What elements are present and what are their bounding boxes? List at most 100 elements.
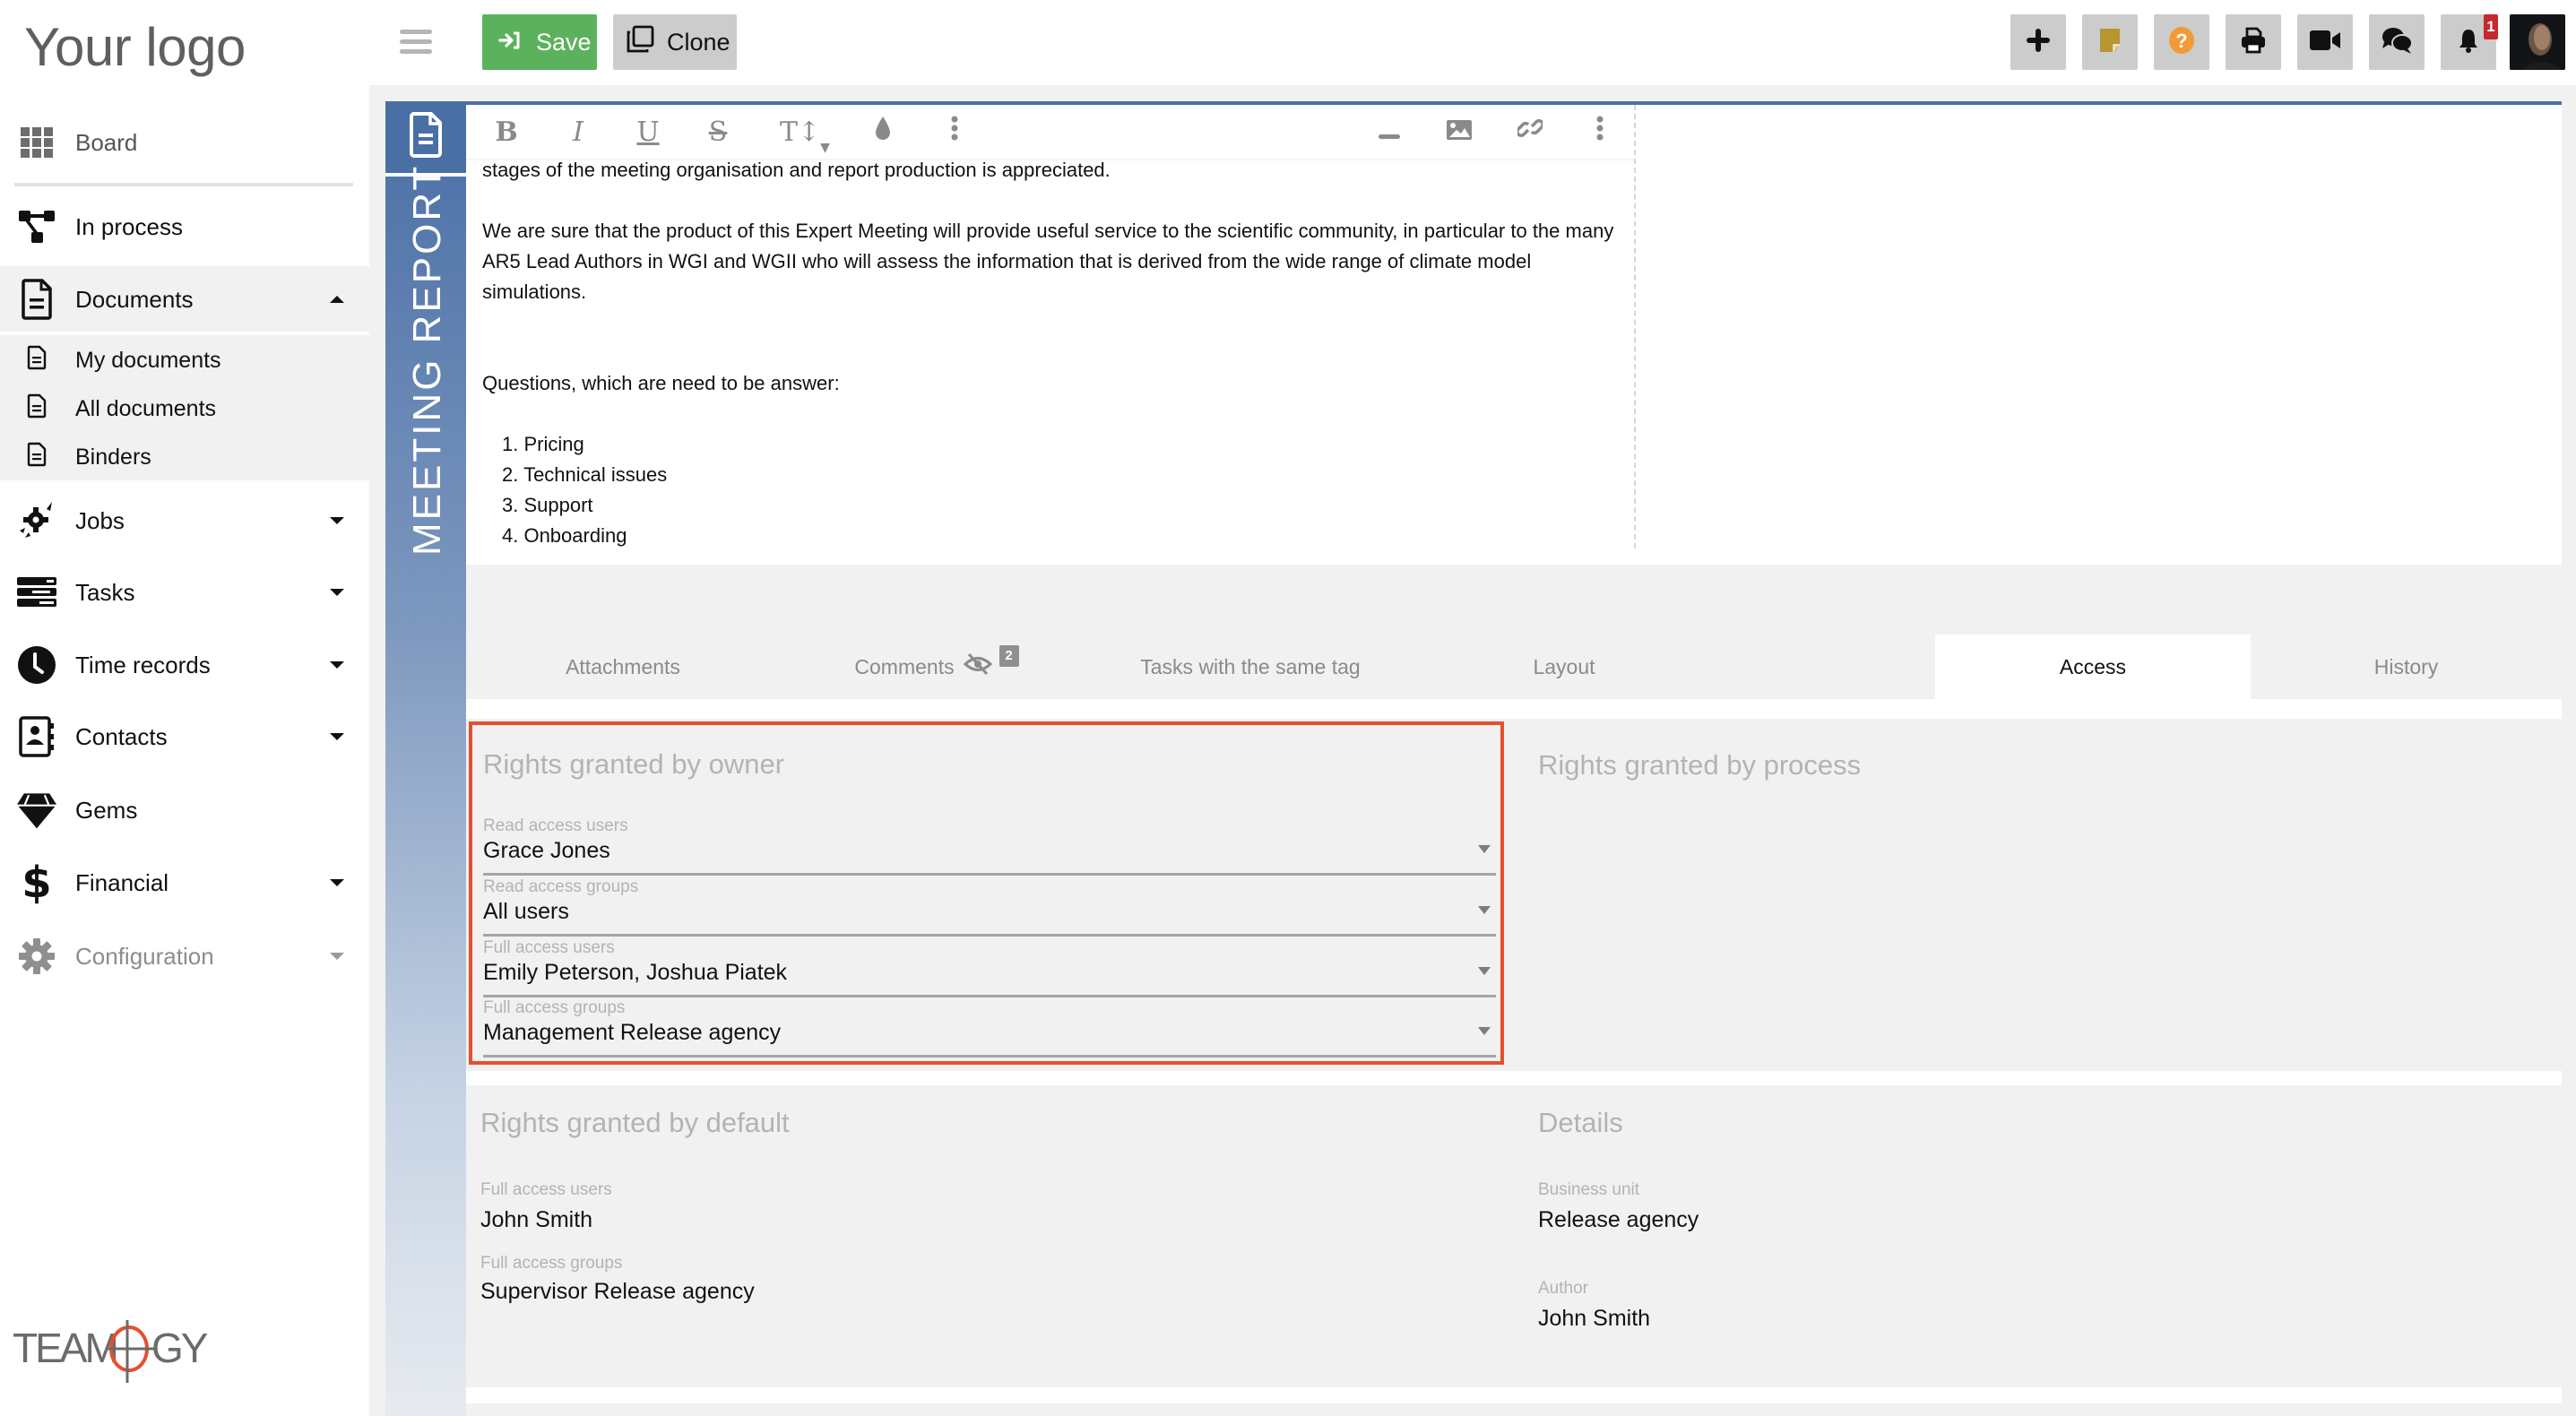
tab-label: History bbox=[2373, 654, 2439, 678]
sidebar-item-documents[interactable]: Documents bbox=[0, 268, 369, 331]
menu-toggle-button[interactable] bbox=[400, 30, 432, 55]
chat-button[interactable] bbox=[2369, 14, 2425, 70]
field-value: Emily Peterson, Joshua Piatek bbox=[483, 960, 788, 985]
tab-label: Access bbox=[2059, 654, 2127, 678]
save-button[interactable]: Save bbox=[482, 14, 597, 70]
underline-button[interactable]: U bbox=[635, 114, 661, 150]
tab-history[interactable]: History bbox=[2251, 635, 2562, 699]
sidebar-item-tasks[interactable]: Tasks bbox=[0, 561, 369, 624]
tab-label: Comments bbox=[854, 654, 955, 678]
strikethrough-button[interactable]: S bbox=[705, 114, 731, 150]
video-call-button[interactable] bbox=[2297, 14, 2353, 70]
chevron-down-icon[interactable] bbox=[330, 733, 344, 740]
document-type-title: MEETING REPORT bbox=[405, 163, 449, 556]
chevron-down-icon[interactable] bbox=[330, 879, 344, 886]
sidebar-subitem-label: All documents bbox=[75, 395, 217, 421]
chevron-down-icon[interactable] bbox=[330, 517, 344, 524]
sidebar-item-in-process[interactable]: In process bbox=[0, 195, 369, 258]
tab-tasks-same-tag[interactable]: Tasks with the same tag bbox=[1094, 635, 1407, 699]
field-label: Business unit bbox=[1538, 1180, 1640, 1199]
tasks-icon bbox=[16, 572, 57, 613]
chevron-up-icon[interactable] bbox=[330, 296, 344, 303]
sidebar-item-label: Financial bbox=[75, 868, 169, 896]
panel-title: Rights granted by default bbox=[480, 1107, 790, 1138]
sidebar-item-contacts[interactable]: Contacts bbox=[0, 705, 369, 768]
full-access-groups-select[interactable]: Full access groups Management Release ag… bbox=[483, 998, 1496, 1058]
tab-layout[interactable]: Layout bbox=[1407, 635, 1721, 699]
dropdown-caret-icon[interactable] bbox=[1478, 906, 1491, 914]
tab-access[interactable]: Access bbox=[1935, 635, 2251, 699]
dropdown-caret-icon[interactable] bbox=[1478, 845, 1491, 853]
field-value: John Smith bbox=[1538, 1306, 1651, 1331]
document-icon bbox=[16, 279, 57, 320]
dropdown-caret-icon[interactable] bbox=[1478, 967, 1491, 975]
panel-separator bbox=[466, 1071, 2562, 1085]
horizontal-rule-button[interactable] bbox=[1376, 114, 1403, 150]
chevron-down-icon[interactable] bbox=[330, 661, 344, 669]
insert-image-button[interactable] bbox=[1446, 114, 1473, 150]
dropdown-caret-icon[interactable] bbox=[1478, 1027, 1491, 1035]
image-icon bbox=[1447, 117, 1472, 147]
sidebar-item-label: Jobs bbox=[75, 506, 125, 534]
read-access-groups-select[interactable]: Read access groups All users bbox=[483, 877, 1496, 937]
file-icon bbox=[27, 393, 47, 425]
sign-in-icon bbox=[498, 29, 522, 56]
notifications-button[interactable]: 1 bbox=[2441, 14, 2498, 70]
user-avatar[interactable] bbox=[2510, 14, 2565, 70]
bell-icon bbox=[2458, 28, 2479, 57]
tab-comments[interactable]: Comments 2 bbox=[780, 635, 1094, 699]
field-value: John Smith bbox=[480, 1207, 593, 1232]
sticky-note-button[interactable] bbox=[2082, 14, 2138, 70]
paragraph: Questions, which are need to be answer: bbox=[482, 372, 840, 394]
sidebar-item-time-records[interactable]: Time records bbox=[0, 634, 369, 696]
sidebar-item-label: Contacts bbox=[75, 722, 168, 750]
panel-title: Details bbox=[1538, 1107, 1623, 1138]
add-button[interactable] bbox=[2010, 14, 2066, 70]
field-value: Grace Jones bbox=[483, 838, 610, 863]
hamburger-line bbox=[400, 39, 432, 44]
text-color-button[interactable] bbox=[869, 114, 896, 150]
brand-logo: TEAM GY bbox=[13, 1313, 219, 1389]
printer-icon bbox=[2240, 27, 2267, 58]
help-button[interactable]: ? bbox=[2154, 14, 2209, 70]
hamburger-line bbox=[400, 30, 432, 34]
app-logo[interactable]: Your logo bbox=[24, 16, 246, 78]
chevron-down-icon[interactable] bbox=[330, 953, 344, 960]
rich-text-editor[interactable]: B I U S T↕▼ stages of the meeting organi… bbox=[466, 105, 2562, 565]
list-item: 1. Pricing bbox=[502, 433, 584, 455]
sidebar-item-label: Time records bbox=[75, 651, 211, 678]
sidebar-subitem-all-documents[interactable]: All documents bbox=[0, 386, 369, 431]
print-button[interactable] bbox=[2226, 14, 2281, 70]
font-size-button[interactable]: T↕▼ bbox=[780, 114, 830, 155]
sidebar-item-financial[interactable]: $ Financial bbox=[0, 851, 369, 914]
sidebar-item-gems[interactable]: Gems bbox=[0, 779, 369, 842]
bold-button[interactable]: B bbox=[493, 114, 520, 150]
italic-button[interactable]: I bbox=[565, 114, 592, 150]
sidebar-subitem-my-documents[interactable]: My documents bbox=[0, 338, 369, 383]
sidebar-subitem-binders[interactable]: Binders bbox=[0, 435, 369, 479]
panel-title: Rights granted by process bbox=[1538, 749, 1862, 781]
gear-icon bbox=[16, 936, 57, 977]
editor-toolbar: B I U S T↕▼ bbox=[466, 105, 1634, 160]
read-access-users-select[interactable]: Read access users Grace Jones bbox=[483, 816, 1496, 876]
sidebar-divider bbox=[14, 183, 353, 186]
sidebar-item-label: Board bbox=[75, 128, 138, 156]
insert-link-button[interactable] bbox=[1516, 114, 1544, 150]
chevron-down-icon[interactable] bbox=[330, 589, 344, 596]
sidebar-item-configuration[interactable]: Configuration bbox=[0, 925, 369, 988]
sidebar-item-board[interactable]: Board bbox=[0, 111, 369, 174]
editor-content[interactable]: stages of the meeting organisation and r… bbox=[482, 155, 1634, 551]
sidebar-item-jobs[interactable]: Jobs bbox=[0, 489, 369, 552]
panel-bottom-border bbox=[466, 1387, 2562, 1403]
plus-icon bbox=[2027, 28, 2050, 56]
more-format-button[interactable] bbox=[941, 114, 968, 150]
clone-button[interactable]: Clone bbox=[613, 14, 737, 70]
jobs-icon bbox=[16, 500, 57, 541]
grid-icon bbox=[16, 122, 57, 163]
svg-text:?: ? bbox=[2175, 30, 2187, 52]
more-insert-button[interactable] bbox=[1586, 114, 1613, 150]
help-icon: ? bbox=[2168, 26, 2195, 59]
full-access-users-select[interactable]: Full access users Emily Peterson, Joshua… bbox=[483, 938, 1496, 997]
file-icon bbox=[27, 345, 47, 376]
tab-attachments[interactable]: Attachments bbox=[466, 635, 780, 699]
